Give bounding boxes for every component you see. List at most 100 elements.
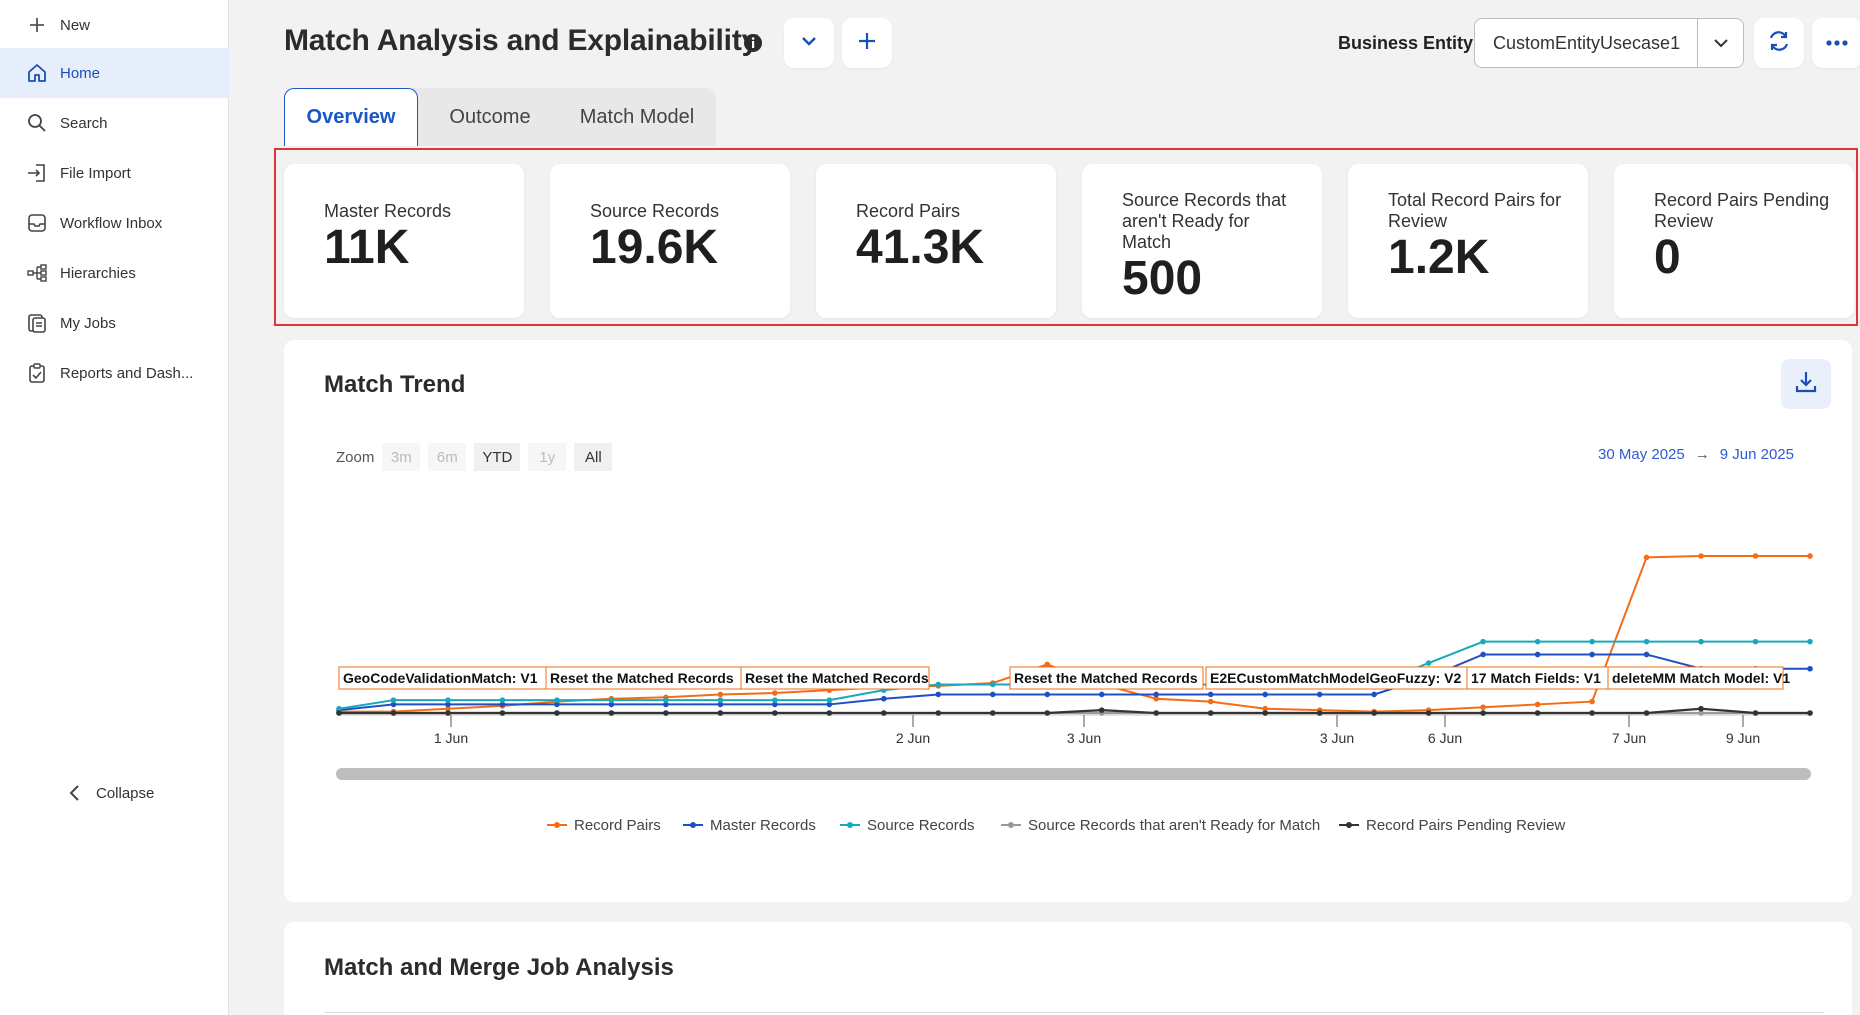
kpi-value: 1.2K [1388,231,1490,284]
data-point [1643,638,1650,645]
date-from[interactable]: 30 May 2025 [1598,446,1685,463]
data-point [826,697,833,703]
data-point [1698,705,1704,712]
legend-label: Record Pairs [574,817,661,834]
x-tick-label: 3 Jun [1320,730,1354,746]
kpi-value: 41.3K [856,221,985,274]
data-point [935,710,942,716]
data-point [935,681,942,688]
download-button[interactable] [1781,359,1831,409]
refresh-button[interactable] [1754,18,1804,68]
data-point [1752,638,1759,645]
x-tick-label: 3 Jun [1067,730,1101,746]
data-point [608,697,615,703]
legend-item: Source Records that aren't Ready for Mat… [1001,817,1320,834]
x-tick-label: 7 Jun [1612,730,1646,746]
business-entity-value: CustomEntityUsecase1 [1493,32,1681,53]
more-icon [1825,34,1849,52]
kpi-card-pending-review[interactable]: Record Pairs Pending Review 0 [1614,164,1854,318]
data-point [1807,665,1813,672]
zoom-ytd-button[interactable]: YTD [474,443,521,471]
more-button[interactable] [1812,18,1860,68]
kpi-value: 11K [324,221,410,274]
sidebar-item-label: File Import [60,164,131,182]
zoom-label: Zoom [336,448,375,466]
data-point [1153,691,1160,698]
tab-match-model[interactable]: Match Model [558,88,716,146]
sidebar-item-home[interactable]: Home [0,48,229,98]
zoom-1y-button[interactable]: 1y [528,443,567,471]
data-point [1098,691,1105,698]
data-point [1371,691,1377,698]
match-trend-chart[interactable]: GeoCodeValidationMatch: V1 Reset the Matc… [284,500,1852,900]
legend-marker [1008,822,1014,828]
date-range[interactable]: 30 May 2025 → 9 Jun 2025 [1598,446,1794,463]
data-point [1807,553,1813,559]
sidebar-item-label: Workflow Inbox [60,214,163,232]
tab-outcome[interactable]: Outcome [422,88,558,146]
data-point [554,710,560,716]
zoom-controls: Zoom 3m 6m YTD 1y All [336,443,620,471]
kpi-card-total-review[interactable]: Total Record Pairs for Review 1.2K [1348,164,1588,318]
sidebar-item-label: Home [60,64,101,82]
data-point [1698,638,1704,645]
dropdown-button[interactable] [784,18,834,68]
divider [324,1012,1824,1013]
legend-label: Source Records [867,817,975,834]
plus-icon [24,12,50,38]
zoom-6m-button[interactable]: 6m [428,443,467,471]
business-entity-select[interactable]: CustomEntityUsecase1 [1474,18,1744,68]
new-button[interactable]: New [0,0,229,50]
x-tick-label: 6 Jun [1428,730,1462,746]
annotation-flag: GeoCodeValidationMatch: V1 [338,666,547,690]
annotation-label: GeoCodeValidationMatch: V1 [343,670,538,686]
sidebar-item-hierarchies[interactable]: Hierarchies [0,248,229,298]
kpi-card-master-records[interactable]: Master Records 11K [284,164,524,318]
legend-marker [847,822,853,828]
zoom-3m-button[interactable]: 3m [382,443,421,471]
data-point [663,710,669,716]
jobs-icon [24,310,50,336]
reports-icon [24,360,50,386]
info-icon[interactable] [743,33,763,53]
arrow-right-icon: → [1694,446,1710,463]
kpi-card-not-ready[interactable]: Source Records that aren't Ready for Mat… [1082,164,1322,318]
data-point [1207,698,1214,705]
kpi-label: Record Pairs Pending Review [1654,190,1830,231]
add-button[interactable] [842,18,892,68]
job-analysis-title: Match and Merge Job Analysis [324,954,674,981]
data-point [1589,710,1595,716]
data-point [1371,710,1377,716]
kpi-card-source-records[interactable]: Source Records 19.6K [550,164,790,318]
search-icon [24,110,50,136]
tab-overview[interactable]: Overview [284,88,418,146]
chevron-down-icon [799,34,819,53]
sidebar-item-my-jobs[interactable]: My Jobs [0,298,229,348]
collapse-button[interactable]: Collapse [64,782,154,804]
data-point [1262,710,1268,716]
hierarchy-icon [24,260,50,286]
data-point [1262,691,1268,698]
annotation-flag: Reset the Matched Records [1009,666,1204,690]
data-point [663,697,669,703]
sidebar-item-reports[interactable]: Reports and Dash... [0,348,229,398]
inbox-icon [24,210,50,236]
legend-marker [554,822,560,828]
collapse-label: Collapse [96,784,155,802]
x-tick-label: 2 Jun [896,730,930,746]
data-point [1752,710,1759,716]
data-point [1425,660,1432,666]
kpi-label: Source Records that aren't Ready for Mat… [1122,190,1287,252]
kpi-card-record-pairs[interactable]: Record Pairs 41.3K [816,164,1056,318]
zoom-all-button[interactable]: All [574,443,613,471]
date-to[interactable]: 9 Jun 2025 [1720,446,1794,463]
sidebar-item-file-import[interactable]: File Import [0,148,229,198]
data-point [1643,554,1650,561]
sidebar-item-search[interactable]: Search [0,98,229,148]
annotation-flag: Reset the Matched Records [740,666,930,690]
sidebar-item-label: Reports and Dash... [60,364,194,382]
sidebar-item-workflow-inbox[interactable]: Workflow Inbox [0,198,229,248]
download-icon [1793,369,1819,400]
kpi-label: Master Records [324,201,452,221]
home-icon [24,60,50,86]
